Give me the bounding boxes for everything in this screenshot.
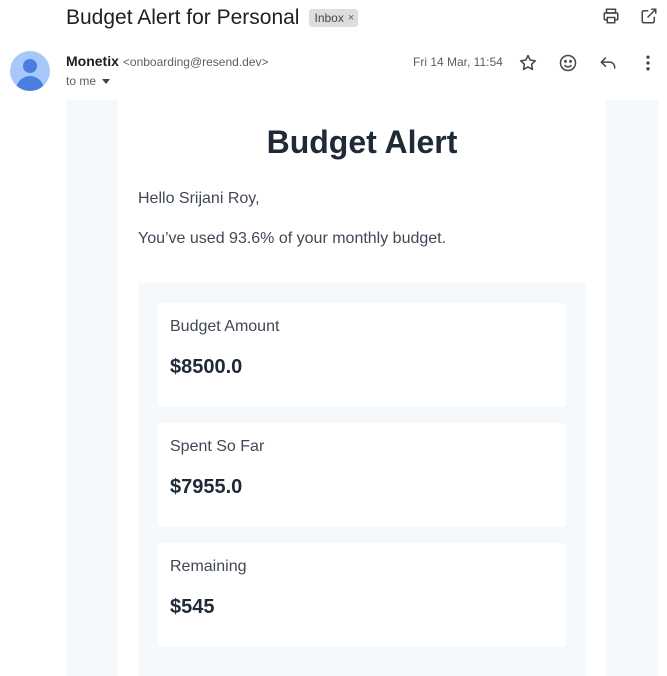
stat-value: $8500.0 bbox=[170, 356, 243, 378]
recipient-text: to me bbox=[66, 74, 97, 88]
sender-name[interactable]: Monetix bbox=[66, 53, 119, 69]
stat-label: Budget Amount bbox=[170, 318, 280, 335]
message-actions bbox=[517, 52, 659, 74]
chevron-down-icon bbox=[102, 78, 111, 84]
avatar-body bbox=[16, 76, 44, 91]
stat-label: Remaining bbox=[170, 558, 247, 575]
stat-value: $545 bbox=[170, 596, 215, 618]
budget-amount-box: Budget Amount $8500.0 bbox=[158, 303, 566, 407]
sender-avatar[interactable] bbox=[10, 51, 50, 91]
email-date: Fri 14 Mar, 11:54 bbox=[413, 55, 503, 69]
reply-icon[interactable] bbox=[597, 52, 619, 74]
alert-headline: Budget Alert bbox=[266, 124, 458, 160]
inbox-label-chip[interactable]: Inbox × bbox=[309, 9, 359, 27]
emoji-icon[interactable] bbox=[557, 52, 579, 74]
avatar-head bbox=[23, 59, 37, 73]
remove-label-button[interactable]: × bbox=[348, 12, 354, 24]
subject-row: Budget Alert for Personal Inbox × bbox=[66, 4, 359, 32]
stat-label: Spent So Far bbox=[170, 438, 265, 455]
email-subject: Budget Alert for Personal bbox=[66, 6, 300, 29]
spent-so-far-box: Spent So Far $7955.0 bbox=[158, 423, 566, 527]
print-icon[interactable] bbox=[601, 6, 621, 26]
usage-message: You’ve used 93.6% of your monthly budget… bbox=[138, 230, 447, 247]
budget-summary-panel: Budget Amount $8500.0 Spent So Far $7955… bbox=[138, 283, 586, 676]
open-in-new-window-icon[interactable] bbox=[639, 6, 659, 26]
stat-value: $7955.0 bbox=[170, 476, 243, 498]
sender-email: <onboarding@resend.dev> bbox=[122, 55, 269, 69]
email-card: Budget Alert Hello Srijani Roy, You’ve u… bbox=[118, 100, 606, 676]
sender-line: Monetix <onboarding@resend.dev> bbox=[66, 53, 269, 69]
inbox-label-text: Inbox bbox=[314, 11, 344, 25]
recipient-details-toggle[interactable]: to me bbox=[66, 74, 111, 88]
thread-actions bbox=[601, 6, 659, 26]
greeting-text: Hello Srijani Roy, bbox=[138, 190, 260, 207]
remaining-box: Remaining $545 bbox=[158, 543, 566, 647]
more-vert-icon[interactable] bbox=[637, 52, 659, 74]
star-icon[interactable] bbox=[517, 52, 539, 74]
